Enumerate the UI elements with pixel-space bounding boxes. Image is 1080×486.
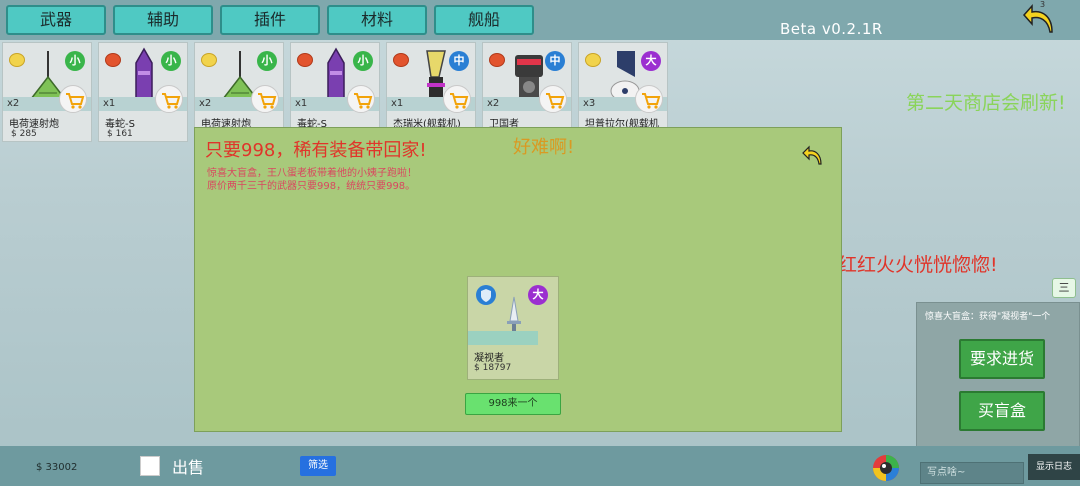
refresh-notice: 第二天商店会刷新! bbox=[906, 92, 1066, 114]
bottom-bar: $ 33002 出售 筛选 写点啥~ 显示日志 bbox=[0, 446, 1080, 486]
blindbox-dialog: 只要998，稀有装备带回家! 好难啊! 惊喜大盲盒，王八蛋老板带着他的小姨子跑啦… bbox=[194, 127, 842, 432]
size-badge: 大 bbox=[528, 285, 548, 305]
money-display: $ 33002 bbox=[36, 462, 78, 473]
cart-icon bbox=[450, 93, 469, 109]
chat-input[interactable]: 写点啥~ bbox=[920, 462, 1024, 484]
blindbox-button[interactable]: 买盲盒 bbox=[959, 391, 1045, 431]
flavor-text: 红红火火恍恍惚惚! bbox=[838, 254, 998, 276]
sword-icon bbox=[507, 296, 521, 332]
cart-button[interactable] bbox=[251, 85, 279, 113]
cart-icon bbox=[162, 93, 181, 109]
dialog-description: 惊喜大盲盒，王八蛋老板带着他的小姨子跑啦！原价两千三千的武器只要998，统统只要… bbox=[207, 168, 417, 192]
dialog-back-button[interactable] bbox=[801, 144, 825, 168]
buy-998-button[interactable]: 998来一个 bbox=[465, 393, 561, 415]
cart-icon bbox=[66, 93, 85, 109]
item-name: 毒蛇-S bbox=[105, 119, 135, 130]
item-qty: x1 bbox=[103, 98, 116, 109]
prize-name: 凝视者 bbox=[474, 353, 504, 364]
prize-bar bbox=[468, 331, 538, 345]
tab-support[interactable]: 辅助 bbox=[113, 5, 213, 35]
cart-button[interactable] bbox=[59, 85, 87, 113]
filter-button[interactable]: 筛选 bbox=[300, 456, 336, 476]
cart-icon bbox=[354, 93, 373, 109]
camera-button[interactable] bbox=[872, 454, 900, 482]
cart-button[interactable] bbox=[443, 85, 471, 113]
back-button[interactable]: 3 bbox=[1022, 0, 1058, 36]
item-name: 电荷速射炮 bbox=[9, 119, 59, 130]
restock-button[interactable]: 要求进货 bbox=[959, 339, 1045, 379]
sell-label: 出售 bbox=[172, 458, 205, 477]
item-card[interactable]: 小 x1 毒蛇-S $ 161 bbox=[98, 42, 188, 142]
side-panel: 惊喜大盲盒：获得"凝视者"一个 要求进货 买盲盒 bbox=[916, 302, 1080, 462]
version-label: Beta v0.2.1R bbox=[780, 20, 883, 38]
return-arrow-icon bbox=[802, 145, 822, 165]
top-bar: 武器 辅助 插件 材料 舰船 Beta v0.2.1R 3 bbox=[0, 0, 1080, 40]
cart-button[interactable] bbox=[347, 85, 375, 113]
cart-button[interactable] bbox=[155, 85, 183, 113]
tab-materials[interactable]: 材料 bbox=[327, 5, 427, 35]
item-price: $ 285 bbox=[11, 129, 37, 139]
prize-price: $ 18797 bbox=[474, 363, 512, 373]
dialog-exclaim: 好难啊! bbox=[513, 137, 575, 158]
show-log-button[interactable]: 显示日志 bbox=[1028, 454, 1080, 480]
shield-icon bbox=[476, 285, 496, 305]
item-qty: x1 bbox=[391, 98, 404, 109]
tab-plugins[interactable]: 插件 bbox=[220, 5, 320, 35]
prize-card: 大 凝视者 $ 18797 bbox=[467, 276, 559, 380]
cart-icon bbox=[642, 93, 661, 109]
item-card[interactable]: 小 x2 电荷速射炮 $ 285 bbox=[2, 42, 92, 142]
dialog-title: 只要998，稀有装备带回家! bbox=[205, 140, 427, 161]
back-badge: 3 bbox=[1040, 0, 1046, 9]
menu-button[interactable]: 三 bbox=[1052, 278, 1076, 298]
cart-icon bbox=[258, 93, 277, 109]
sell-checkbox[interactable] bbox=[140, 456, 160, 476]
item-price: $ 161 bbox=[107, 129, 133, 139]
cart-button[interactable] bbox=[635, 85, 663, 113]
item-qty: x2 bbox=[199, 98, 212, 109]
cart-icon bbox=[546, 93, 565, 109]
tab-ships[interactable]: 舰船 bbox=[434, 5, 534, 35]
item-qty: x2 bbox=[487, 98, 500, 109]
item-qty: x3 bbox=[583, 98, 596, 109]
item-qty: x2 bbox=[7, 98, 20, 109]
panel-message: 惊喜大盲盒：获得"凝视者"一个 bbox=[925, 312, 1051, 322]
camera-lens-icon bbox=[873, 455, 899, 481]
tab-weapons[interactable]: 武器 bbox=[6, 5, 106, 35]
item-qty: x1 bbox=[295, 98, 308, 109]
cart-button[interactable] bbox=[539, 85, 567, 113]
